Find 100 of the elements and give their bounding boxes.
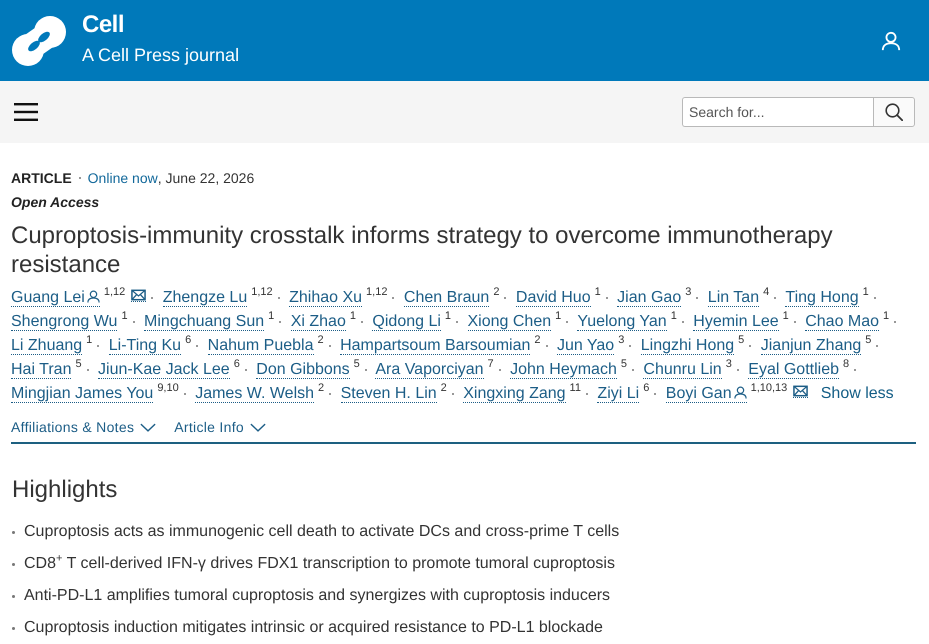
menu-icon [14,103,38,121]
author-link[interactable]: Guang Lei [11,289,100,307]
author-link[interactable]: Zhengze Lu [162,289,248,307]
dot-separator-icon [184,392,186,395]
author-link[interactable]: Lingzhi Hong [640,337,734,355]
dot-separator-icon [364,368,367,371]
author-link[interactable]: Hyemin Lee [693,313,779,331]
author-link[interactable]: Shengrong Wu [11,313,118,331]
author-link[interactable]: Ting Hong [785,289,859,307]
online-link[interactable]: Online now [88,168,158,188]
author-link[interactable]: David Huo [516,289,591,307]
author-link[interactable]: Xiong Chen [468,313,552,331]
dot-separator-icon [452,392,454,395]
author-link[interactable]: John Heymach [510,361,617,379]
affiliation-number: 6 [643,382,650,394]
logo-icon[interactable] [12,14,66,66]
affiliation-number: 6 [185,334,192,346]
dot-separator-icon [774,296,776,299]
author-link[interactable]: Mingchuang Sun [144,313,264,331]
affiliation-number: 8 [843,358,850,370]
author-link[interactable]: Don Gibbons [256,361,350,379]
affiliation-number: 1,12 [366,286,388,298]
dot-separator-icon [244,368,247,371]
author-link[interactable]: Qidong Li [372,313,441,331]
author-link[interactable]: Lin Tan [708,289,760,307]
dot-separator-icon [894,320,896,323]
author-link[interactable]: Hampartsoum Barsoumian [340,337,530,355]
author-link[interactable]: Jian Gao [617,289,682,307]
author-link[interactable]: Steven H. Lin [340,385,437,403]
affiliation-number: 1 [268,310,274,322]
affiliation-number: 1 [594,286,601,298]
affiliation-number: 2 [493,286,500,298]
dot-separator-icon [566,320,568,323]
bullet-icon [12,626,15,630]
dot-separator-icon [874,296,876,299]
author-link[interactable]: Chunru Lin [643,361,722,379]
author-link[interactable]: Zhihao Xu [289,289,362,307]
envelope-icon [131,289,146,301]
author-link[interactable]: Jun Yao [556,337,614,355]
affiliation-number: 5 [354,358,360,370]
highlight-text: Anti-PD-L1 amplifies tumoral cuproptosis and synergizes with cuproptosis inducers [24,587,610,605]
affiliation-number: 5 [75,358,82,370]
email-link[interactable] [793,385,808,398]
affiliation-number: 1,12 [251,286,273,298]
author-link[interactable]: Li-Ting Ku [108,337,182,355]
author-link[interactable]: Ziyi Li [597,385,640,403]
author-link[interactable]: Yuelong Yan [577,313,667,331]
section-heading: Highlights [12,476,118,504]
journal-title[interactable]: Cell [82,11,240,39]
tab[interactable]: Article Info [174,417,266,437]
author-link[interactable]: Ara Vaporciyan [375,361,484,379]
author-link[interactable]: Eyal Gottlieb [748,361,839,379]
author-link[interactable]: James W. Welsh [195,385,314,403]
author-link[interactable]: Chen Braun [404,289,490,307]
author-link[interactable]: Xi Zhao [290,313,346,331]
dot-separator-icon [78,177,81,179]
affiliation-number: 1,12 [104,286,126,298]
search-field[interactable]: Search for... [682,97,873,127]
affiliation-number: 3 [726,358,732,370]
search-button[interactable] [873,97,915,127]
dot-separator-icon [132,320,135,323]
author-link[interactable]: Boyi Gan [666,385,747,403]
bullet-icon [12,594,15,598]
author-link[interactable]: Nahum Puebla [208,337,314,355]
author-link[interactable]: Chao Mao [805,313,880,331]
email-link[interactable] [131,289,146,302]
highlight-text: CD8$^{+}$ T cell-derived IFN-γ drives FDX1 transcription to promote tumoral cuproptosis [24,555,615,573]
dot-separator-icon [629,344,632,347]
envelope-icon [793,385,808,397]
affiliation-number: 2 [534,334,540,346]
affiliation-number: 1,10,13 [750,382,788,394]
author-link[interactable]: Jiun-Kae Jack Lee [98,361,230,379]
dot-separator-icon [196,344,198,347]
affiliation-number: 5 [738,334,744,346]
dot-separator-icon [278,296,280,299]
dot-separator-icon [329,392,332,395]
search-icon [885,103,903,121]
author-link[interactable]: Xingxing Zang [463,385,566,403]
dot-separator-icon [682,320,684,323]
dot-separator-icon [392,296,394,299]
dot-separator-icon [279,320,282,323]
author-link[interactable]: Jianjun Zhang [760,337,862,355]
dot-separator-icon [632,368,634,371]
account-button[interactable] [881,30,901,50]
affiliation-number: 1 [862,286,869,298]
affiliation-number: 7 [488,358,494,370]
tab[interactable]: Affiliations & Notes [11,417,156,437]
author-link[interactable]: Hai Tran [11,361,72,379]
dot-separator-icon [736,368,739,371]
dot-separator-icon [97,344,100,347]
author-link[interactable]: Li Zhuang [11,337,82,355]
dot-separator-icon [546,344,548,347]
affiliation-number: 1 [350,310,356,322]
dot-separator-icon [794,320,796,323]
person-icon [734,386,747,399]
menu-button[interactable] [14,103,38,121]
author-link[interactable]: Mingjian James You [11,385,154,403]
show-less-button[interactable]: Show less [820,382,894,406]
bullet-icon [12,530,15,534]
dot-separator-icon [586,392,588,395]
